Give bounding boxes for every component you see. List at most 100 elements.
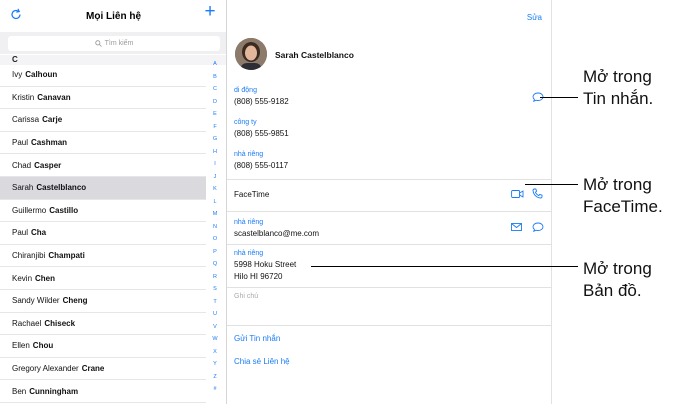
contact-last-name: Cashman [31,138,68,148]
callout-messages: Mở trong Tin nhắn. [583,66,653,110]
contact-name: Sarah Castelblanco [275,50,354,60]
mail-icon[interactable] [511,223,522,231]
index-letter[interactable]: A [209,58,221,71]
contact-row[interactable]: Kristin Canavan [0,87,206,110]
alphabet-index[interactable]: A B C D E F G H I J K L M N O P Q R S T U V W X Y Z # [209,58,221,396]
contact-first-name: Carissa [12,115,40,125]
contact-last-name: Castelblanco [36,183,87,193]
email-address[interactable]: scastelblanco@me.com [234,229,319,238]
share-contact-link[interactable]: Chia sẻ Liên hệ [234,357,290,366]
contact-last-name: Chiseck [44,318,76,328]
index-letter[interactable]: F [209,121,221,134]
email-label: nhà riêng [234,219,264,226]
home-phone-number[interactable]: (808) 555-0117 [234,161,288,170]
contact-row[interactable]: Paul Cha [0,222,206,245]
address-line-1[interactable]: 5998 Hoku Street [234,260,296,269]
contact-row[interactable]: Chiranjibi Champati [0,245,206,268]
divider [227,287,551,288]
mobile-number[interactable]: (808) 555-9182 [234,97,289,106]
search-placeholder: Tìm kiếm [104,40,134,47]
index-letter[interactable]: H [209,146,221,159]
facetime-video-icon[interactable] [511,189,524,199]
index-letter[interactable]: Q [209,258,221,271]
index-letter[interactable]: T [209,296,221,309]
facetime-label: FaceTime [234,190,270,199]
send-message-link[interactable]: Gửi Tin nhắn [234,334,280,343]
contact-last-name: Cha [31,228,47,238]
notes-label[interactable]: Ghi chú [234,293,258,300]
callout-messages-line1: Mở trong [583,67,652,86]
edit-button[interactable]: Sửa [527,13,542,22]
divider [227,211,551,212]
message-icon[interactable] [532,222,544,232]
contact-row[interactable]: Sandy Wilder Cheng [0,290,206,313]
index-letter[interactable]: Z [209,371,221,384]
add-contact-button[interactable]: + [202,2,218,21]
contact-last-name: Cunningham [29,386,79,396]
index-letter[interactable]: G [209,133,221,146]
contact-row[interactable]: Ivy Calhoun [0,64,206,87]
contact-last-name: Carje [42,115,63,125]
contact-first-name: Guillermo [12,205,47,215]
callout-maps-line2: Bản đồ. [583,281,642,300]
index-letter[interactable]: # [209,383,221,396]
list-title: Mọi Liên hệ [86,11,141,22]
index-letter[interactable]: N [209,221,221,234]
divider [227,325,551,326]
contact-row[interactable]: Carissa Carje [0,109,206,132]
index-letter[interactable]: X [209,346,221,359]
mobile-label: di động [234,87,257,94]
index-letter[interactable]: L [209,196,221,209]
contact-first-name: Chad [12,160,32,170]
address-line-2[interactable]: Hilo HI 96720 [234,272,282,281]
contact-row[interactable]: Ellen Chou [0,335,206,358]
contact-first-name: Chiranjibi [12,251,46,261]
contact-first-name: Gregory Alexander [12,364,79,374]
contact-first-name: Kevin [12,273,33,283]
contact-row[interactable]: Paul Cashman [0,132,206,155]
index-letter[interactable]: S [209,283,221,296]
contact-first-name: Rachael [12,318,42,328]
callout-facetime: Mở trong FaceTime. [583,174,663,218]
index-letter[interactable]: M [209,208,221,221]
contact-row[interactable]: Guillermo Castillo [0,200,206,223]
list-header: Mọi Liên hệ + [0,0,226,32]
contact-first-name: Sandy Wilder [12,296,60,306]
contact-last-name: Castillo [49,205,79,215]
index-letter[interactable]: O [209,233,221,246]
index-letter[interactable]: W [209,333,221,346]
contact-last-name: Chen [35,273,56,283]
contact-last-name: Crane [81,364,105,374]
contact-row[interactable]: Chad Casper [0,154,206,177]
index-letter[interactable]: I [209,158,221,171]
search-input[interactable]: Tìm kiếm [8,36,220,51]
contact-row[interactable]: Gregory Alexander Crane [0,358,206,381]
contact-row[interactable]: Rachael Chiseck [0,313,206,336]
index-letter[interactable]: B [209,71,221,84]
callout-messages-line2: Tin nhắn. [583,89,654,108]
search-bar: Tìm kiếm [0,32,226,54]
phone-icon[interactable] [532,188,543,199]
index-letter[interactable]: D [209,96,221,109]
index-letter[interactable]: U [209,308,221,321]
contact-last-name: Casper [34,160,62,170]
divider [227,244,551,245]
contact-last-name: Cheng [62,296,88,306]
contact-last-name: Calhoun [25,70,58,80]
contact-row[interactable]: Kevin Chen [0,267,206,290]
contact-row[interactable]: Sarah Castelblanco [0,176,206,200]
index-letter[interactable]: P [209,246,221,259]
index-letter[interactable]: J [209,171,221,184]
contacts-list-pane: Mọi Liên hệ + Tìm kiếm C Ivy Calhoun Krist… [0,0,227,404]
index-letter[interactable]: V [209,321,221,334]
callout-maps-line1: Mở trong [583,259,652,278]
index-letter[interactable]: C [209,83,221,96]
index-letter[interactable]: E [209,108,221,121]
index-letter[interactable]: R [209,271,221,284]
contact-list: Ivy Calhoun Kristin Canavan Carissa Carje Paul… [0,64,206,403]
index-letter[interactable]: K [209,183,221,196]
index-letter[interactable]: Y [209,358,221,371]
contact-first-name: Sarah [12,183,34,193]
work-number[interactable]: (808) 555-9851 [234,129,289,138]
contact-row[interactable]: Ben Cunningham [0,380,206,403]
